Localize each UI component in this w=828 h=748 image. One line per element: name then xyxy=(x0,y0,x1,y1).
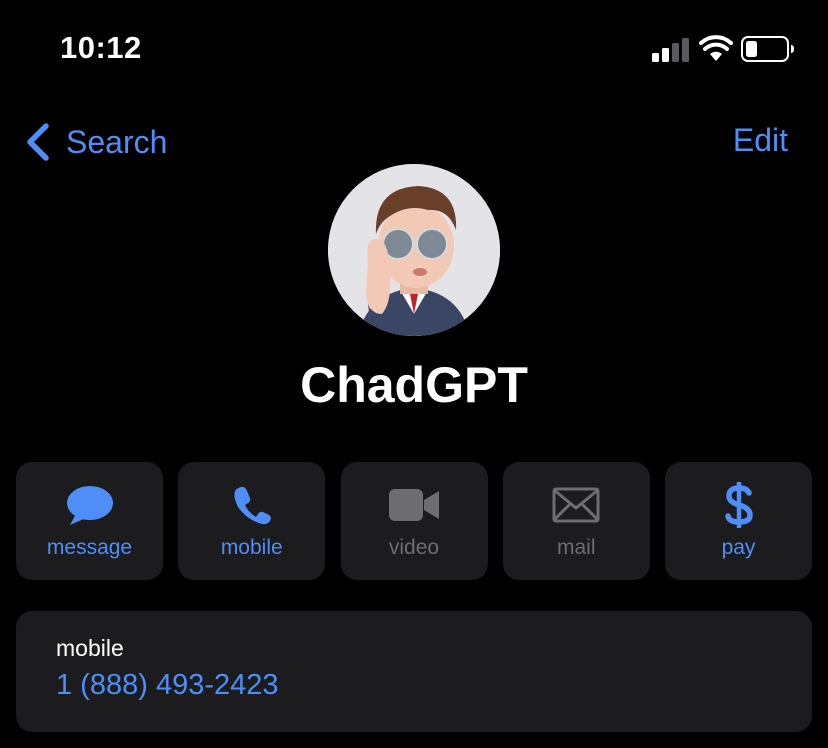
memoji-avatar-icon xyxy=(328,164,500,336)
video-camera-icon xyxy=(389,489,439,521)
video-button-label: video xyxy=(388,536,440,559)
mail-button-label: mail xyxy=(556,536,596,559)
avatar[interactable] xyxy=(328,164,500,336)
navigation-bar: Search Edit xyxy=(0,110,828,170)
dollar-icon xyxy=(724,482,753,528)
mail-button[interactable]: mail xyxy=(502,462,650,580)
chevron-left-icon xyxy=(27,123,49,161)
contact-name: ChadGPT xyxy=(300,357,528,413)
call-mobile-button[interactable]: mobile xyxy=(178,462,326,580)
battery-icon xyxy=(741,36,794,62)
status-time: 10:12 xyxy=(60,30,142,65)
back-button[interactable]: Search xyxy=(24,120,167,164)
action-buttons: message mobile video mail pay xyxy=(16,462,812,580)
status-bar: 10:12 xyxy=(0,0,828,96)
cellular-signal-icon xyxy=(652,38,689,62)
pay-button[interactable]: pay xyxy=(665,462,812,580)
message-button-label: message xyxy=(46,536,133,559)
phone-icon xyxy=(234,486,271,525)
pay-button-label: pay xyxy=(721,536,756,559)
phone-type-label: mobile xyxy=(56,635,124,661)
message-bubble-icon xyxy=(66,486,113,525)
phone-number-link[interactable]: 1 (888) 493-2423 xyxy=(56,669,279,702)
call-mobile-button-label: mobile xyxy=(220,536,283,559)
envelope-icon xyxy=(552,487,600,523)
phone-number-card: mobile 1 (888) 493-2423 xyxy=(16,611,812,732)
video-button[interactable]: video xyxy=(340,462,488,580)
wifi-icon xyxy=(699,35,733,61)
back-button-label: Search xyxy=(66,123,168,160)
edit-button[interactable]: Edit xyxy=(733,122,788,159)
message-button[interactable]: message xyxy=(16,462,163,580)
